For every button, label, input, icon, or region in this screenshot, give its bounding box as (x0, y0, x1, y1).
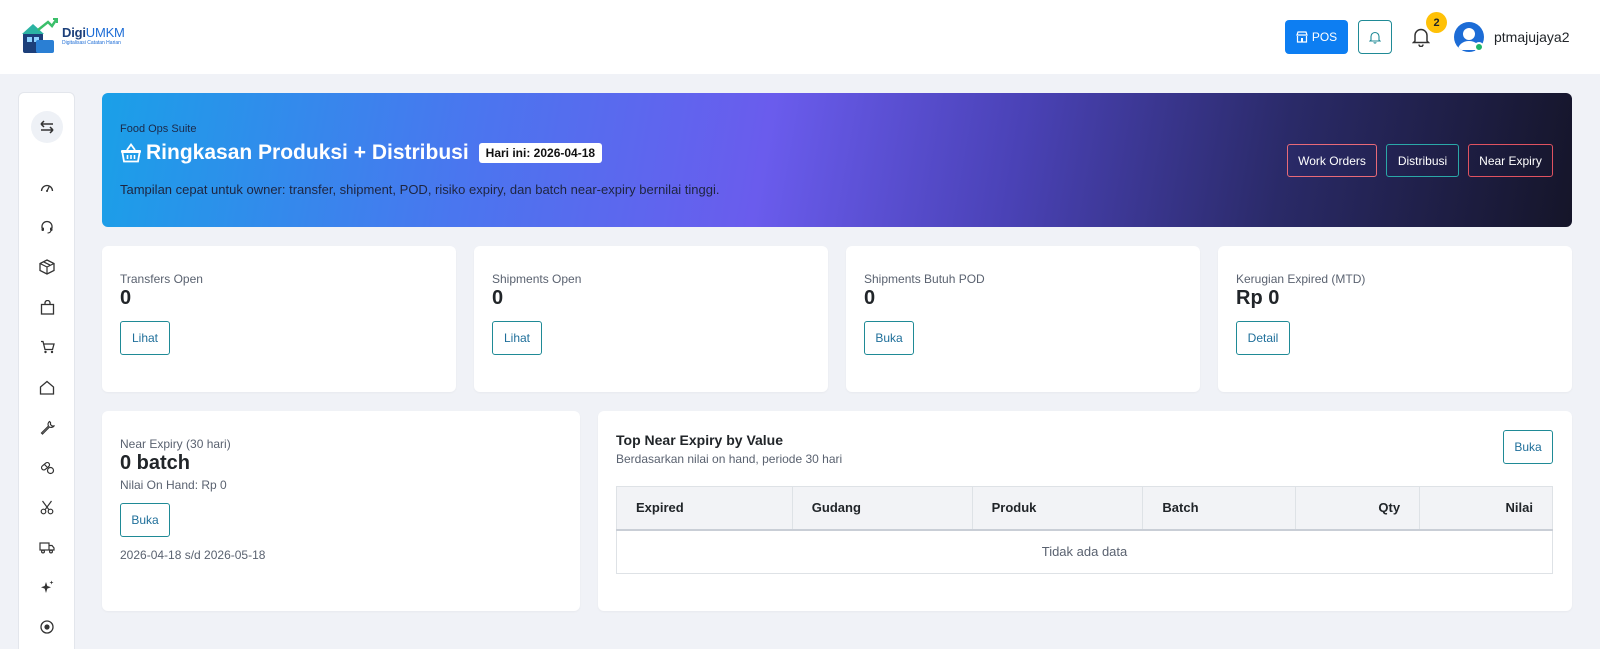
work-orders-button[interactable]: Work Orders (1287, 144, 1377, 177)
brand-tagline: Digitalisasi Catatan Harian (62, 40, 121, 46)
table-title: Top Near Expiry by Value (616, 432, 784, 448)
online-status-dot (1474, 42, 1484, 52)
brand-name: DigiUMKM (62, 25, 125, 40)
today-date-badge: Hari ini: 2026-04-18 (478, 143, 603, 163)
notification-count-badge: 2 (1426, 12, 1447, 33)
column-header-qty[interactable]: Qty (1295, 486, 1421, 531)
date-range: 2026-04-18 s/d 2026-05-18 (120, 548, 266, 562)
stat-value: 0 (492, 287, 504, 309)
near-expiry-label: Near Expiry (30 hari) (120, 437, 231, 451)
hero-title-row: Ringkasan Produksi + Distribusi Hari ini… (120, 141, 603, 165)
shipments-lihat-button[interactable]: Lihat (492, 321, 542, 355)
empty-state-message: Tidak ada data (616, 529, 1553, 574)
stat-label: Shipments Open (492, 272, 582, 286)
near-expiry-card: Near Expiry (30 hari) 0 batch Nilai On H… (102, 411, 580, 611)
stat-card-shipments: Shipments Open 0 Lihat (474, 246, 828, 392)
column-header-batch[interactable]: Batch (1142, 486, 1297, 531)
sidebar-item-shopping[interactable] (37, 297, 57, 317)
near-expiry-buka-button[interactable]: Buka (120, 503, 170, 537)
pos-label: POS (1311, 30, 1338, 44)
truck-icon (39, 541, 55, 554)
column-header-expired[interactable]: Expired (616, 486, 793, 531)
logo-mark-icon (22, 18, 58, 53)
near-expiry-button[interactable]: Near Expiry (1468, 144, 1553, 177)
top-table-buka-button[interactable]: Buka (1503, 430, 1553, 464)
stat-card-pod: Shipments Butuh POD 0 Buka (846, 246, 1200, 392)
stat-label: Shipments Butuh POD (864, 272, 985, 286)
sidebar-item-tools[interactable] (37, 417, 57, 437)
sidebar-item-home[interactable] (37, 377, 57, 397)
notification-toggle-button[interactable] (1358, 20, 1392, 54)
bell-icon (1369, 31, 1381, 44)
sparkle-icon (41, 580, 54, 593)
sidebar-item-products[interactable] (37, 257, 57, 277)
dashboard-icon (40, 184, 54, 192)
table-header-row: Expired Gudang Produk Batch Qty Nilai (616, 486, 1553, 531)
table-row: Tidak ada data (616, 529, 1553, 574)
table-subtitle: Berdasarkan nilai on hand, periode 30 ha… (616, 452, 843, 466)
sidebar-toggle-button[interactable] (31, 111, 63, 143)
swap-icon (40, 120, 54, 134)
stat-card-transfers: Transfers Open 0 Lihat (102, 246, 456, 392)
wrench-icon (40, 420, 55, 435)
sidebar-item-cutting[interactable] (37, 497, 57, 517)
bag-icon (40, 299, 54, 315)
hero-description: Tampilan cepat untuk owner: transfer, sh… (120, 182, 720, 197)
expired-detail-button[interactable]: Detail (1236, 321, 1290, 355)
stat-label: Transfers Open (120, 272, 203, 286)
sidebar-item-distribution[interactable] (37, 537, 57, 557)
box-icon (39, 259, 55, 275)
stat-value: 0 (120, 287, 132, 309)
store-icon (1295, 31, 1308, 43)
brand-logo[interactable]: DigiUMKM Digitalisasi Catatan Harian (20, 16, 125, 56)
sidebar-item-ai[interactable] (37, 577, 57, 597)
stat-card-expired-loss: Kerugian Expired (MTD) Rp 0 Detail (1218, 246, 1572, 392)
cart-icon (40, 340, 55, 354)
home-icon (39, 380, 55, 395)
stat-value: 0 (864, 287, 876, 309)
near-expiry-table: Expired Gudang Produk Batch Qty Nilai Ti… (616, 486, 1553, 574)
top-near-expiry-card: Top Near Expiry by Value Berdasarkan nil… (598, 411, 1572, 611)
distribusi-button[interactable]: Distribusi (1386, 144, 1459, 177)
on-hand-value: Nilai On Hand: Rp 0 (120, 478, 227, 492)
basket-icon (121, 143, 141, 163)
stat-label: Kerugian Expired (MTD) (1236, 272, 1366, 286)
username-label[interactable]: ptmajujaya2 (1494, 29, 1570, 45)
column-header-nilai[interactable]: Nilai (1419, 486, 1553, 531)
sidebar-item-records[interactable] (37, 617, 57, 637)
sidebar-item-ingredients[interactable] (37, 457, 57, 477)
pod-buka-button[interactable]: Buka (864, 321, 914, 355)
sidebar-item-dashboard[interactable] (37, 177, 57, 197)
bell-icon (1412, 28, 1430, 47)
sidebar (18, 92, 75, 649)
sidebar-item-support[interactable] (37, 217, 57, 237)
hero-kicker: Food Ops Suite (120, 123, 197, 135)
page-title: Ringkasan Produksi + Distribusi (146, 141, 469, 164)
pos-button[interactable]: POS (1285, 20, 1348, 54)
scissors-icon (40, 500, 54, 514)
near-expiry-value: 0 batch (120, 452, 191, 474)
pills-icon (40, 461, 54, 474)
hero-banner: Food Ops Suite Ringkasan Produksi + Dist… (102, 93, 1572, 227)
record-icon (40, 620, 54, 634)
headset-icon (41, 220, 53, 234)
stat-value: Rp 0 (1236, 287, 1280, 309)
top-navbar: DigiUMKM Digitalisasi Catatan Harian POS… (0, 0, 1600, 74)
transfers-lihat-button[interactable]: Lihat (120, 321, 170, 355)
sidebar-item-sales[interactable] (37, 337, 57, 357)
column-header-gudang[interactable]: Gudang (791, 486, 973, 531)
column-header-produk[interactable]: Produk (971, 486, 1144, 531)
